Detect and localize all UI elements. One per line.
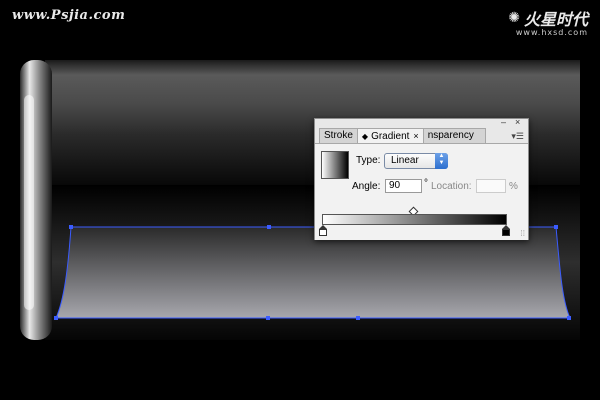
logo-subtext: www.hxsd.com (515, 28, 588, 37)
location-input[interactable] (476, 179, 506, 193)
gradient-content: Type: Linear ▲ ▼ Angle: 90 ° Location: % … (315, 143, 528, 240)
angle-unit: ° (424, 178, 428, 189)
hxsd-logo: ✺ 火星时代 (508, 6, 588, 30)
tab-transparency[interactable]: nsparency (422, 128, 486, 143)
type-label: Type: (356, 155, 381, 166)
close-icon[interactable]: × (515, 118, 520, 127)
stop-start-color (319, 229, 327, 236)
panel-titlebar[interactable]: – × (315, 118, 528, 128)
select-stepper-icon: ▲ ▼ (435, 153, 448, 169)
gradient-swatch[interactable] (321, 151, 349, 179)
gradient-stop-end[interactable] (502, 225, 510, 236)
gradient-panel: – × Stroke ◆ Gradient × nsparency ▾☰ Type:… (314, 118, 529, 240)
panel-menu-icon[interactable]: ▾☰ (511, 131, 524, 142)
watermark-left: www.Psjia.com (12, 8, 126, 23)
resize-grip-icon[interactable]: ⁞⁞ (521, 229, 525, 238)
tab-gradient-label: Gradient (371, 131, 410, 142)
battery-cap-highlight (24, 95, 34, 310)
type-select-value: Linear (391, 155, 419, 166)
angle-label: Angle: (352, 181, 381, 192)
watermark-right: ✺ 火星时代 www.hxsd.com (508, 6, 588, 37)
tab-close-icon[interactable]: × (413, 131, 418, 141)
artboard: www.Psjia.com ✺ 火星时代 www.hxsd.com – × St… (0, 0, 600, 400)
logo-text: 火星时代 (523, 10, 588, 29)
location-unit: % (509, 181, 518, 192)
tab-options-icon: ◆ (361, 132, 369, 141)
minimize-icon[interactable]: – (501, 118, 506, 127)
panel-tabs: Stroke ◆ Gradient × nsparency (319, 128, 486, 143)
flame-icon: ✺ (508, 10, 520, 26)
angle-input[interactable]: 90 (385, 179, 422, 193)
tab-gradient[interactable]: ◆ Gradient × (356, 128, 424, 143)
stop-end-color (502, 229, 510, 236)
tab-stroke[interactable]: Stroke (319, 128, 358, 143)
type-select[interactable]: Linear ▲ ▼ (384, 153, 448, 169)
gradient-ramp[interactable] (322, 214, 507, 225)
location-label: Location: (431, 181, 472, 192)
tab-stroke-label: Stroke (324, 130, 353, 141)
selected-gradient-shape[interactable] (55, 226, 571, 319)
gradient-stop-start[interactable] (319, 225, 327, 236)
tab-transparency-label: nsparency (427, 130, 474, 141)
